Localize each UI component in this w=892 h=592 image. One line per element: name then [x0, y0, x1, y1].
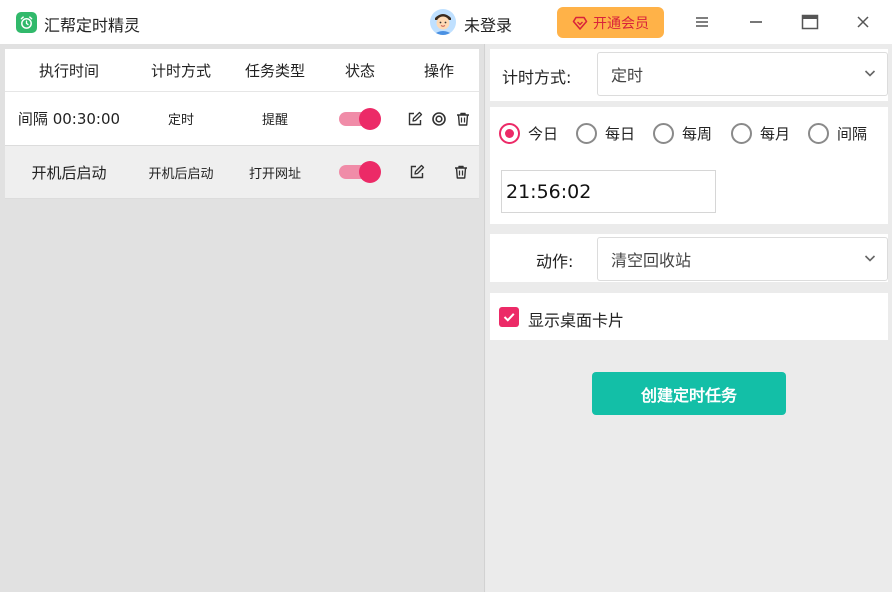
radio-today[interactable]: 今日 [499, 123, 558, 144]
diamond-icon [572, 16, 588, 30]
header-exec-time: 执行时间 [38, 61, 99, 80]
task-form-panel: 计时方式: 定时 今日 每日 每周 每月 间隔 21:56:02 动作: 清空回… [486, 44, 892, 592]
alarm-clock-icon [16, 12, 37, 33]
timing-method-value: 定时 [611, 66, 644, 85]
action-row: 动作: 清空回收站 [490, 234, 888, 282]
status-toggle[interactable] [339, 161, 381, 183]
vip-label: 开通会员 [593, 15, 649, 32]
app-title: 汇帮定时精灵 [44, 16, 141, 35]
chevron-down-icon [864, 70, 876, 77]
header-status: 状态 [344, 61, 375, 80]
chevron-down-icon [864, 255, 876, 262]
vip-button[interactable]: 开通会员 [557, 7, 664, 38]
action-value: 清空回收站 [611, 251, 692, 270]
action-select[interactable]: 清空回收站 [597, 237, 888, 281]
schedule-card: 今日 每日 每周 每月 间隔 21:56:02 [490, 107, 888, 224]
table-row[interactable]: 间隔 00:30:00 定时 提醒 [5, 92, 479, 146]
header-timing-method: 计时方式 [150, 61, 211, 80]
task-table: 执行时间 计时方式 任务类型 状态 操作 间隔 00:30:00 定时 提醒 开… [5, 49, 479, 199]
menu-icon[interactable] [690, 10, 714, 34]
cell-timing-method: 开机后启动 [148, 166, 214, 182]
radio-button[interactable] [499, 123, 520, 144]
header-actions: 操作 [423, 61, 454, 80]
radio-button[interactable] [576, 123, 597, 144]
cell-exec-time: 开机后启动 [31, 163, 107, 182]
maximize-icon[interactable] [798, 10, 822, 34]
radio-monthly[interactable]: 每月 [731, 123, 790, 144]
radio-daily[interactable]: 每日 [576, 123, 635, 144]
radio-label: 每月 [760, 125, 791, 143]
radio-button[interactable] [731, 123, 752, 144]
create-task-button[interactable]: 创建定时任务 [592, 372, 786, 415]
cell-exec-time: 间隔 00:30:00 [17, 110, 121, 128]
header-task-type: 任务类型 [244, 61, 305, 80]
task-list-panel: 执行时间 计时方式 任务类型 状态 操作 间隔 00:30:00 定时 提醒 开… [0, 44, 485, 592]
cell-task-type: 提醒 [261, 113, 288, 128]
timing-method-select[interactable]: 定时 [597, 52, 888, 96]
cell-task-type: 打开网址 [248, 166, 301, 182]
edit-icon[interactable] [408, 163, 426, 181]
radio-button[interactable] [808, 123, 829, 144]
check-icon [503, 313, 515, 322]
radio-button[interactable] [653, 123, 674, 144]
radio-label: 间隔 [837, 125, 868, 143]
radio-weekly[interactable]: 每周 [653, 123, 712, 144]
radio-label: 每周 [682, 125, 713, 143]
action-label: 动作: [536, 252, 574, 271]
radio-label: 每日 [605, 125, 636, 143]
status-toggle[interactable] [339, 107, 381, 130]
trash-icon[interactable] [454, 110, 472, 128]
show-card-checkbox[interactable] [499, 307, 519, 327]
cell-timing-method: 定时 [167, 113, 194, 128]
login-status[interactable]: 未登录 [464, 12, 512, 36]
title-bar: 汇帮定时精灵 未登录 开通会员 [0, 0, 892, 44]
radio-label: 今日 [528, 125, 559, 143]
radio-interval[interactable]: 间隔 [808, 123, 867, 144]
timing-method-row: 计时方式: 定时 [490, 49, 888, 101]
close-icon[interactable] [851, 10, 875, 34]
timing-method-label: 计时方式: [502, 68, 572, 87]
edit-icon[interactable] [406, 110, 424, 128]
show-card-row: 显示桌面卡片 [490, 293, 888, 340]
avatar[interactable] [430, 9, 456, 35]
table-row[interactable]: 开机后启动 开机后启动 打开网址 [5, 146, 479, 199]
table-header: 执行时间 计时方式 任务类型 状态 操作 [5, 49, 479, 92]
minimize-icon[interactable] [744, 10, 768, 34]
show-card-label[interactable]: 显示桌面卡片 [528, 307, 624, 331]
target-icon[interactable] [430, 110, 448, 128]
time-input[interactable]: 21:56:02 [501, 170, 716, 213]
trash-icon[interactable] [452, 163, 470, 181]
